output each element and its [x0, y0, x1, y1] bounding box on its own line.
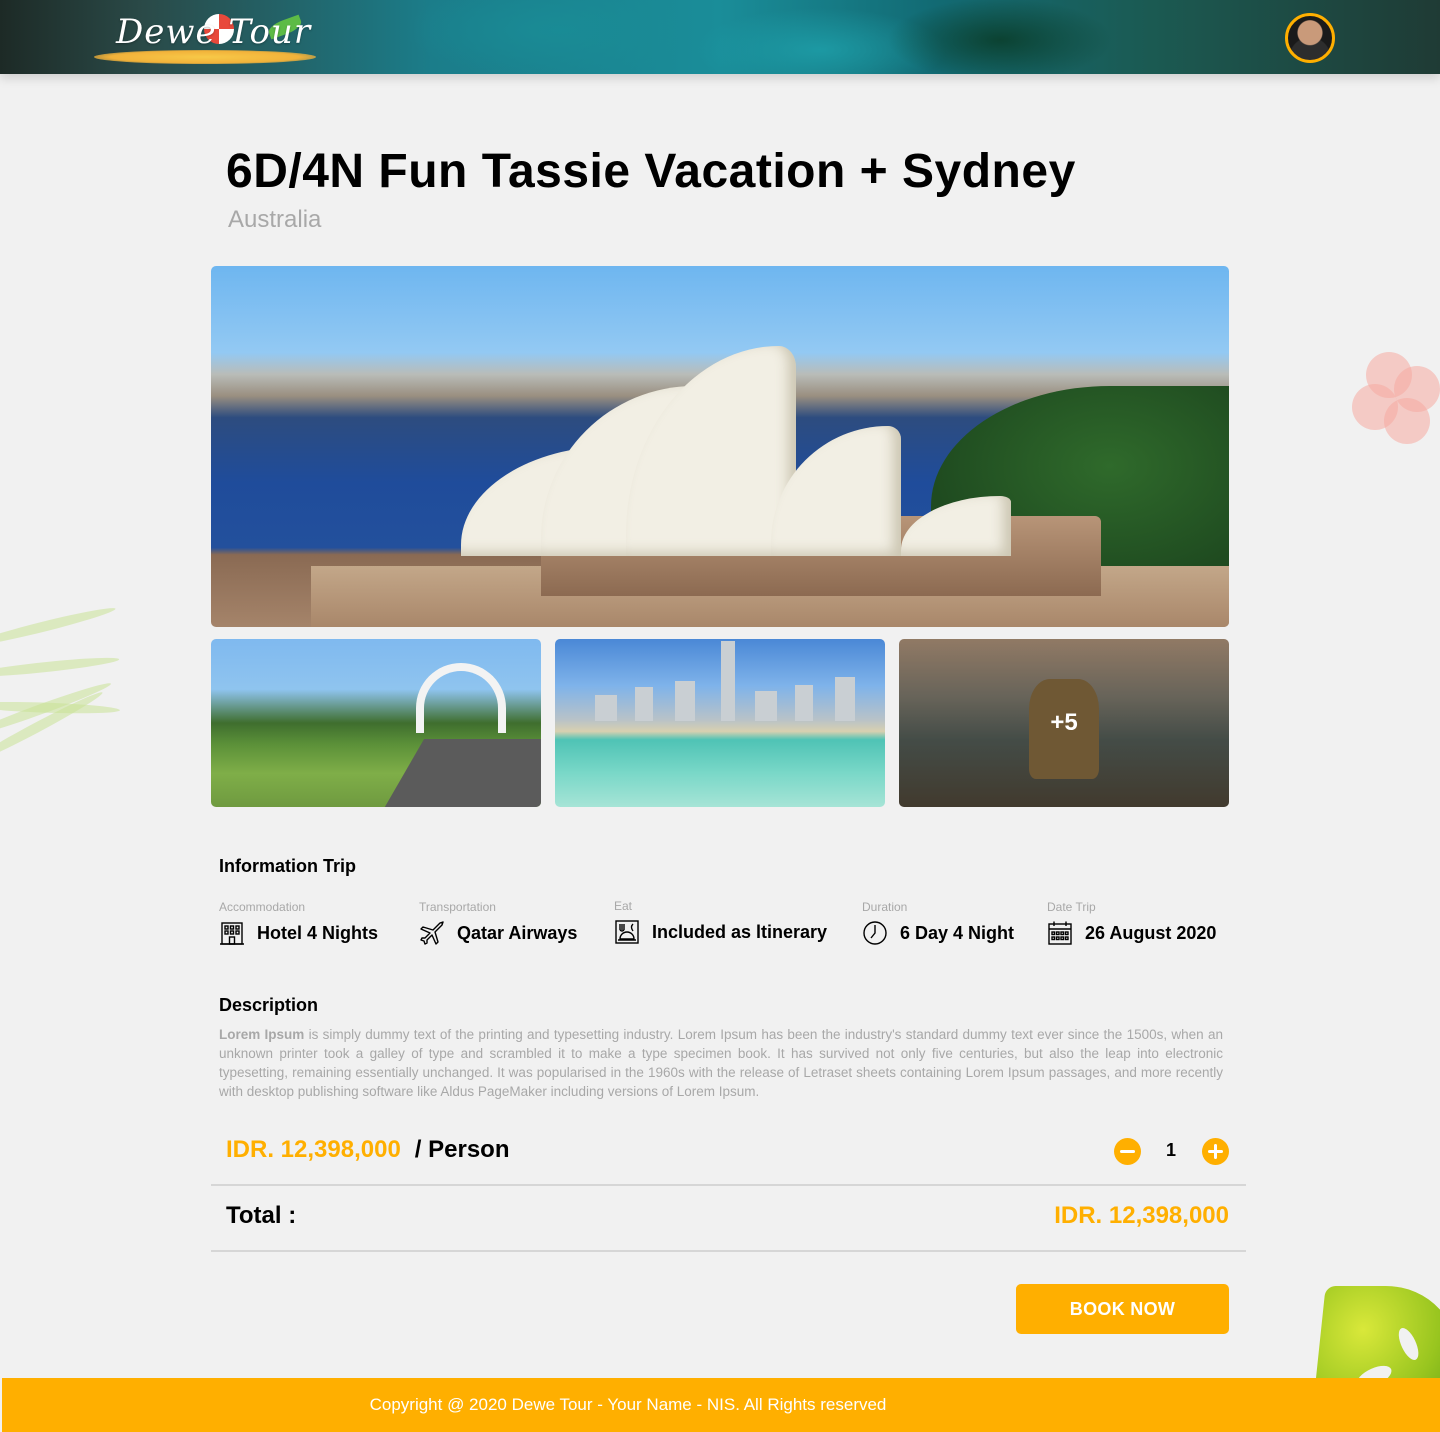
- photo-tower: [635, 687, 653, 721]
- photo-road: [377, 739, 541, 807]
- divider: [211, 1184, 1246, 1186]
- info-value: 26 August 2020: [1085, 922, 1217, 943]
- info-label: Eat: [614, 899, 633, 913]
- price-per-person: IDR. 12,398,000 / Person: [226, 1136, 510, 1166]
- footer-copyright: Copyright @ 2020 Dewe Tour - Your Name -…: [369, 1395, 887, 1414]
- info-label: Accommodation: [219, 900, 306, 914]
- top-navbar: Dewe Tour: [0, 0, 1440, 74]
- increase-quantity-button[interactable]: [1202, 1138, 1229, 1165]
- hotel-icon: [220, 922, 244, 945]
- book-now-button[interactable]: BOOK NOW: [1016, 1284, 1229, 1334]
- total-label: Total :: [226, 1202, 297, 1229]
- gallery-thumbnail-1[interactable]: [211, 639, 541, 807]
- calendar-icon: [1048, 921, 1072, 945]
- palm-leaf-decoration-icon: [0, 603, 130, 780]
- user-avatar-icon[interactable]: [1285, 13, 1335, 63]
- photo-tower: [755, 691, 777, 721]
- description-heading: Description: [219, 995, 319, 1015]
- trip-country: Australia: [228, 206, 322, 233]
- logo-sand-decoration: [94, 50, 316, 64]
- photo-arch: [416, 663, 506, 733]
- gallery-thumbnail-2[interactable]: [555, 639, 885, 807]
- main-trip-photo[interactable]: [211, 266, 1229, 627]
- info-value: Qatar Airways: [457, 922, 578, 943]
- info-label: Transportation: [419, 900, 496, 914]
- description-lead: Lorem Ipsum: [219, 1027, 305, 1042]
- description-text: Lorem Ipsum is simply dummy text of the …: [219, 1025, 1223, 1101]
- info-value: Hotel 4 Nights: [257, 922, 379, 943]
- decrease-quantity-button[interactable]: [1114, 1138, 1141, 1165]
- plane-icon: [420, 921, 444, 945]
- trip-title: 6D/4N Fun Tassie Vacation + Sydney: [226, 145, 1076, 198]
- photo-tower: [835, 677, 855, 721]
- more-photos-count: +5: [1050, 709, 1078, 736]
- photo-sail: [626, 346, 796, 556]
- total-value: IDR. 12,398,000: [1054, 1202, 1229, 1229]
- divider: [211, 1250, 1246, 1252]
- info-value: Included as ltinerary: [652, 921, 828, 942]
- dewe-tour-logo[interactable]: Dewe Tour: [92, 6, 320, 64]
- meal-icon: [615, 920, 639, 944]
- clock-icon: [863, 921, 887, 945]
- info-label: Date Trip: [1047, 900, 1096, 914]
- photo-tower: [721, 641, 735, 721]
- photo-tower: [595, 695, 617, 721]
- quantity-value: 1: [1165, 1140, 1176, 1160]
- price-value: IDR. 12,398,000: [226, 1136, 401, 1163]
- hibiscus-decoration-icon: [1348, 344, 1440, 454]
- price-unit: / Person: [414, 1136, 510, 1163]
- gallery-thumbnail-more[interactable]: +5: [899, 639, 1229, 807]
- logo-text: Dewe Tour: [116, 12, 312, 52]
- photo-sail: [901, 496, 1011, 556]
- photo-tower: [675, 681, 695, 721]
- description-body: is simply dummy text of the printing and…: [219, 1027, 1223, 1099]
- footer: Copyright @ 2020 Dewe Tour - Your Name -…: [2, 1378, 1440, 1432]
- info-label: Duration: [862, 900, 908, 914]
- info-value: 6 Day 4 Night: [900, 922, 1015, 943]
- photo-tower: [795, 685, 813, 721]
- information-trip-heading: Information Trip: [219, 856, 356, 876]
